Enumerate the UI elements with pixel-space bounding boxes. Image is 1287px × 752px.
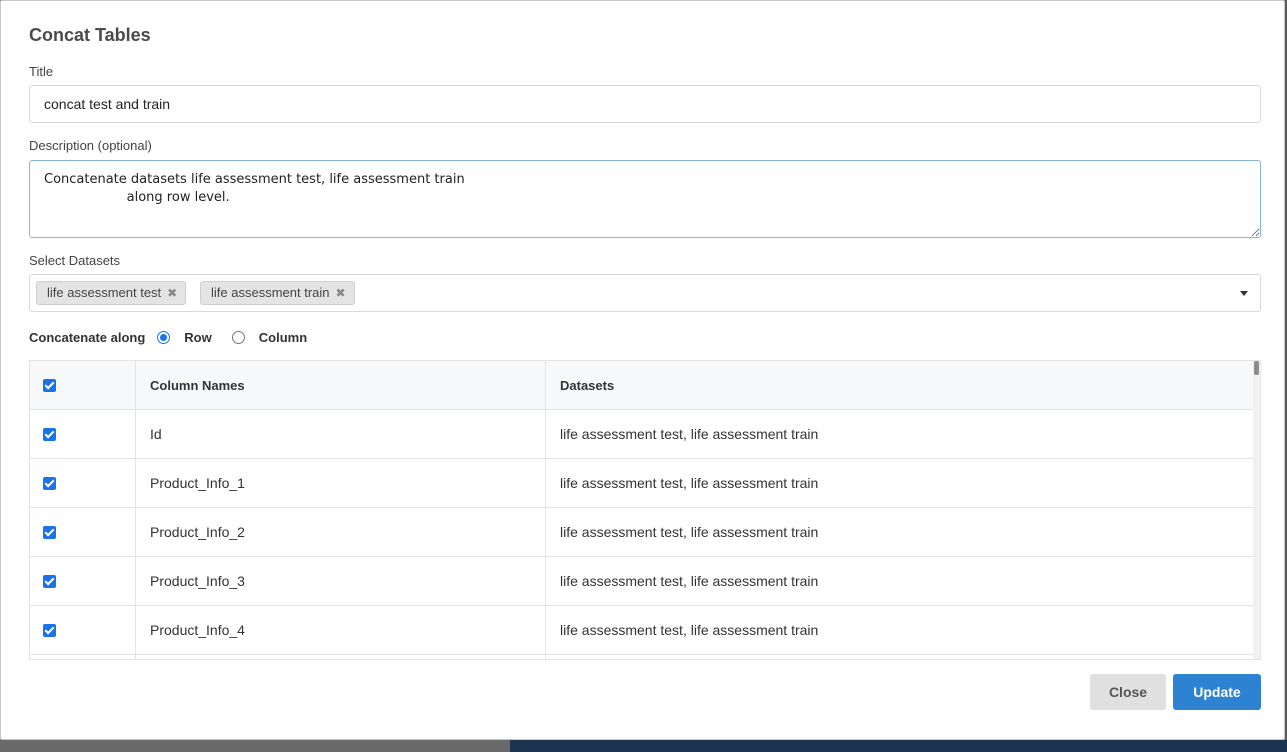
row-checkbox[interactable]: [43, 623, 56, 637]
row-checkbox[interactable]: [43, 427, 56, 441]
row-radio[interactable]: [157, 330, 171, 344]
row-radio-label[interactable]: Row: [184, 330, 211, 345]
select-all-checkbox[interactable]: [43, 378, 56, 392]
table-row: Product_Info_4 life assessment test, lif…: [30, 606, 1255, 655]
title-label: Title: [29, 64, 54, 79]
column-name-cell: Product_Info_2: [136, 508, 546, 556]
row-checkbox-cell: [30, 459, 136, 507]
datasets-cell: life assessment test, life assessment tr…: [560, 524, 819, 540]
chevron-down-icon[interactable]: [1240, 291, 1248, 296]
row-checkbox-cell: [30, 557, 136, 605]
datasets-cell: life assessment test, life assessment tr…: [560, 475, 819, 491]
row-checkbox-cell: [30, 655, 136, 659]
column-radio-label[interactable]: Column: [259, 330, 307, 345]
column-name-cell: Product_Info_3: [136, 557, 546, 605]
row-checkbox[interactable]: [43, 476, 56, 490]
table-row: Id life assessment test, life assessment…: [30, 410, 1255, 459]
datasets-cell: life assessment test, life assessment tr…: [560, 622, 819, 638]
concat-along-label: Concatenate along: [29, 329, 146, 345]
modal-title: Concat Tables: [29, 25, 151, 45]
title-input[interactable]: [29, 85, 1261, 123]
select-datasets-label: Select Datasets: [29, 253, 121, 268]
column-name-cell: Id: [136, 410, 546, 458]
datasets-cell: life assessment test, life assessment tr…: [560, 573, 819, 589]
table-row: Product_Info_3 life assessment test, lif…: [30, 557, 1255, 606]
backdrop-dark-region: [510, 740, 1287, 752]
row-checkbox-cell: [30, 606, 136, 654]
dataset-tag: life assessment train ✖: [200, 281, 355, 305]
datasets-cell: life assessment test, life assessment tr…: [560, 426, 819, 442]
row-checkbox[interactable]: [43, 574, 56, 588]
dataset-tag-label: life assessment train: [211, 285, 330, 300]
row-checkbox-cell: [30, 508, 136, 556]
description-label: Description (optional): [29, 138, 152, 153]
table-row-partial: [30, 655, 1255, 659]
datasets-header[interactable]: Datasets: [546, 361, 1255, 409]
dataset-tag-label: life assessment test: [47, 285, 162, 300]
column-name-cell: [136, 655, 546, 659]
close-button[interactable]: Close: [1090, 674, 1166, 710]
datasets-cell: [546, 655, 1255, 659]
column-radio[interactable]: [231, 330, 245, 344]
dataset-tag: life assessment test ✖: [36, 281, 187, 305]
column-name-cell: Product_Info_4: [136, 606, 546, 654]
row-checkbox-cell: [30, 410, 136, 458]
table-header-row: Column Names Datasets: [30, 361, 1255, 410]
column-names-header[interactable]: Column Names: [136, 361, 546, 409]
column-name-cell: Product_Info_1: [136, 459, 546, 507]
table-scrollbar[interactable]: [1253, 361, 1260, 659]
datasets-multiselect[interactable]: life assessment test ✖ life assessment tr…: [29, 274, 1261, 312]
description-textarea[interactable]: Concatenate datasets life assessment tes…: [29, 160, 1261, 238]
remove-tag-icon[interactable]: ✖: [336, 282, 346, 304]
remove-tag-icon[interactable]: ✖: [167, 282, 177, 304]
update-button[interactable]: Update: [1173, 674, 1261, 710]
table-row: Product_Info_1 life assessment test, lif…: [30, 459, 1255, 508]
concat-tables-modal: Concat Tables Title Description (optiona…: [0, 0, 1285, 740]
table-row: Product_Info_2 life assessment test, lif…: [30, 508, 1255, 557]
row-checkbox[interactable]: [43, 525, 56, 539]
select-all-cell: [30, 361, 136, 409]
concat-along-group: Concatenate along Row Column: [29, 328, 327, 346]
columns-table: Column Names Datasets Id life assessment…: [29, 360, 1261, 660]
scrollbar-thumb[interactable]: [1254, 361, 1259, 375]
